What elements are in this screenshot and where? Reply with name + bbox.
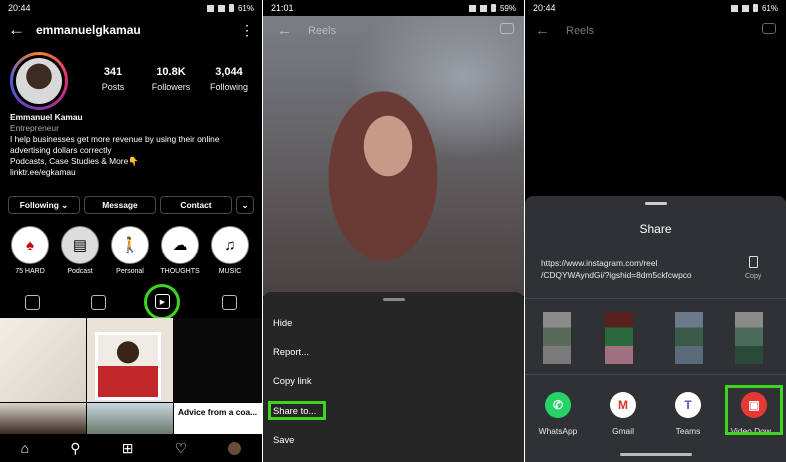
suggested-toggle-button[interactable]: ⌄ [236,196,254,214]
profile-bio: Emmanuel Kamau Entrepreneur I help busin… [10,112,256,178]
post-thumbnail[interactable] [0,318,86,402]
camera-icon[interactable] [500,23,514,34]
message-button[interactable]: Message [84,196,156,214]
status-icons: 61% [730,3,778,13]
highlight-music[interactable]: ♫ MUSIC [208,226,252,275]
status-bar: 20:44 61% [525,0,786,16]
reels-header: ← Reels [277,22,336,39]
search-icon[interactable]: ⚲ [70,440,80,457]
direct-share-target-blurred[interactable] [605,312,633,364]
highlight-podcast[interactable]: ▤ Podcast [58,226,102,275]
back-arrow-icon[interactable]: ← [535,22,550,39]
bio-category: Entrepreneur [10,123,59,133]
activity-heart-icon[interactable]: ♡ [175,440,188,457]
menu-item-hide[interactable]: Hide [273,317,292,328]
highlight-personal[interactable]: 🚶 Personal [108,226,152,275]
reel-options-screen: 21:01 59% ← Reels Hide Report... Copy li… [263,0,524,462]
reels-title: Reels [308,24,337,37]
profile-header: ← emmanuelgkamau ⋮ [0,16,262,44]
menu-item-save[interactable]: Save [273,434,294,445]
post-thumbnail[interactable] [87,318,173,402]
share-url-line: https://www.instagram.com/reel [541,258,658,268]
story-highlights: ♠ 75 HARD ▤ Podcast 🚶 Personal ☁ THOUGHTS ♫ M… [8,226,252,275]
following-button[interactable]: Following ⌄ [8,196,80,214]
stat-followers[interactable]: 10.8K Followers [142,66,200,92]
bottom-nav: ⌂ ⚲ ⊞ ♡ [0,434,262,462]
share-app-gmail[interactable]: M Gmail [594,392,652,436]
home-icon[interactable]: ⌂ [21,440,29,456]
whatsapp-icon: ✆ [545,392,571,418]
copy-icon[interactable] [749,256,758,268]
highlight-75-hard[interactable]: ♠ 75 HARD [8,226,52,275]
sheet-handle[interactable] [382,298,405,301]
reel-video[interactable] [263,16,524,296]
profile-screen: 20:44 61% ← emmanuelgkamau ⋮ 341 Posts 10… [0,0,262,462]
teams-icon: T [675,392,701,418]
more-options-icon[interactable]: ⋮ [240,22,254,39]
profile-tabs [0,288,262,316]
post-caption: Advice from a coa... [176,406,260,418]
battery-percent: 59% [499,3,516,13]
direct-share-target-blurred[interactable] [543,312,571,364]
camera-icon[interactable] [762,23,776,34]
status-time: 21:01 [271,3,294,13]
reels-tab-highlight [144,284,180,320]
bio-line: advertising dollars correctly [10,145,112,155]
stat-posts[interactable]: 341 Posts [84,66,142,92]
profile-username: emmanuelgkamau [36,23,141,37]
igtv-icon[interactable] [90,294,106,310]
status-icons: 59% [468,3,516,13]
back-arrow-icon[interactable]: ← [8,20,30,40]
avatar[interactable] [10,52,68,110]
back-arrow-icon[interactable]: ← [277,22,292,39]
divider [525,298,786,299]
highlight-thoughts[interactable]: ☁ THOUGHTS [158,226,202,275]
tagged-icon[interactable] [221,294,237,310]
home-indicator [620,453,692,456]
post-thumbnail[interactable] [0,403,86,434]
share-sheet-screen: 20:44 61% ← Reels Share https://www.inst… [525,0,786,462]
share-url: https://www.instagram.com/reel /CDQYWAyn… [541,257,727,281]
reels-header: ← Reels [535,22,594,39]
share-app-whatsapp[interactable]: ✆ WhatsApp [529,392,587,436]
post-thumbnail[interactable] [87,403,173,434]
share-url-line: /CDQYWAyndGi/?igshid=8dm5ckfcwpco [541,270,692,280]
grid-icon[interactable] [25,294,41,310]
direct-share-target-blurred[interactable] [735,312,763,364]
bio-link[interactable]: linktr.ee/egkamau [10,167,256,178]
divider [525,374,786,375]
new-post-icon[interactable]: ⊞ [122,440,134,457]
video-downloader-highlight [725,385,783,435]
share-title: Share [639,222,672,236]
profile-avatar-icon[interactable] [228,441,242,455]
battery-percent: 61% [761,3,778,13]
reels-title: Reels [566,24,595,37]
sheet-handle[interactable] [644,202,667,205]
share-app-teams[interactable]: T Teams [659,392,717,436]
share-to-highlight [268,401,326,420]
copy-label[interactable]: Copy [745,273,761,280]
gmail-icon: M [610,392,636,418]
stat-following[interactable]: 3,044 Following [200,66,258,92]
profile-stats: 341 Posts 10.8K Followers 3,044 Following [84,66,258,92]
bio-line: Podcasts, Case Studies & More👇 [10,156,139,166]
post-thumbnail[interactable] [174,318,262,402]
status-bar: 20:44 61% [0,0,262,16]
bio-line: I help businesses get more revenue by us… [10,134,220,144]
profile-actions: Following ⌄ Message Contact ⌄ [8,196,254,214]
bio-name: Emmanuel Kamau [10,112,83,122]
status-time: 20:44 [8,3,31,13]
status-icons: 61% [206,3,254,13]
battery-percent: 61% [237,3,254,13]
menu-item-copy-link[interactable]: Copy link [273,375,312,386]
status-time: 20:44 [533,3,556,13]
menu-item-report[interactable]: Report... [273,346,309,357]
contact-button[interactable]: Contact [160,196,232,214]
direct-share-target-blurred[interactable] [675,312,703,364]
status-bar: 21:01 59% [263,0,524,16]
